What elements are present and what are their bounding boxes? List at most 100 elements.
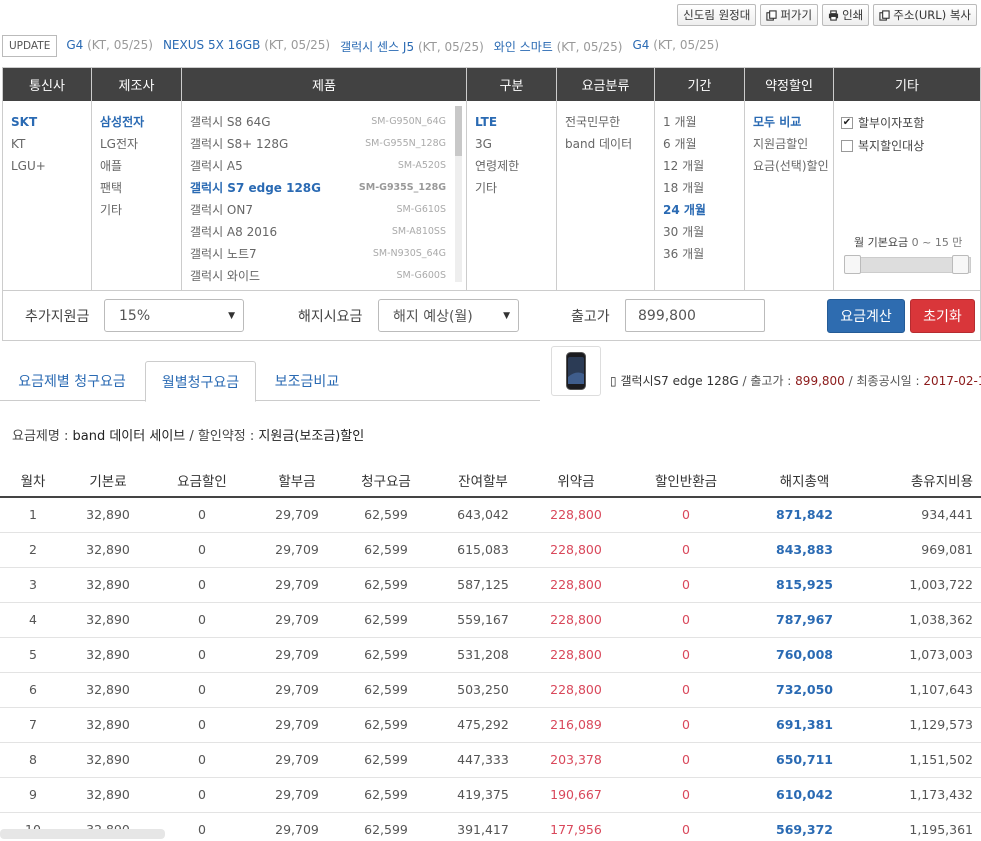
table-cell: 732,050 bbox=[754, 672, 855, 708]
tab-plan-billing[interactable]: 요금제별 청구요금 bbox=[0, 361, 144, 401]
slider-min-handle[interactable] bbox=[844, 255, 861, 274]
maker-option[interactable]: 삼성전자 bbox=[100, 111, 173, 133]
table-cell: 559,167 bbox=[432, 602, 534, 638]
period-option[interactable]: 1 개월 bbox=[663, 111, 736, 133]
table-cell: 228,800 bbox=[534, 497, 618, 533]
maker-option[interactable]: 기타 bbox=[100, 199, 173, 221]
table-cell: 0 bbox=[618, 812, 754, 841]
product-option[interactable]: 갤럭시 ON7 SM-G610S bbox=[190, 199, 458, 221]
product-option[interactable]: 갤럭시 와이드 SM-G600S bbox=[190, 265, 458, 287]
table-cell: 32,890 bbox=[66, 637, 150, 673]
tab-subsidy-compare[interactable]: 보조금비교 bbox=[257, 361, 357, 401]
carrier-option[interactable]: SKT bbox=[11, 111, 83, 133]
discount-option[interactable]: 지원금할인 bbox=[753, 133, 825, 155]
calculate-button[interactable]: 요금계산 bbox=[827, 298, 905, 333]
product-option[interactable]: 갤럭시 A5 SM-A520S bbox=[190, 155, 458, 177]
type-option[interactable]: 3G bbox=[475, 133, 548, 155]
product-column: 제품 갤럭시 S8 64G SM-G950N_64G 갤럭시 S8+ 128G SM-… bbox=[182, 68, 467, 290]
type-option[interactable]: LTE bbox=[475, 111, 548, 133]
monthly-billing-table: 월차 기본료 요금할인 할부금 청구요금 잔여할부 위약금 할인반환금 해지총액 총유지비용 13… bbox=[0, 463, 981, 841]
table-cell: 0 bbox=[150, 532, 254, 568]
table-cell: 0 bbox=[618, 777, 754, 813]
column-header: 해지총액 bbox=[754, 463, 855, 498]
horizontal-scrollbar[interactable] bbox=[0, 829, 165, 839]
etc-header: 기타 bbox=[834, 68, 980, 101]
copy-icon bbox=[879, 9, 890, 21]
plan-class-option[interactable]: 전국민무한 bbox=[565, 111, 646, 133]
update-item[interactable]: 갤럭시 센스 J5 (KT, 05/25) bbox=[340, 38, 484, 55]
cancel-fee-select[interactable]: 해지 예상(월) ▼ bbox=[378, 299, 519, 332]
extra-support-select[interactable]: 15% ▼ bbox=[104, 299, 244, 332]
discount-list: 모두 비교 지원금할인 요금(선택)할인 bbox=[745, 101, 833, 177]
table-cell: 62,599 bbox=[340, 777, 432, 813]
table-cell: 503,250 bbox=[432, 672, 534, 708]
toolbar-button-print[interactable]: 인쇄 bbox=[822, 4, 870, 26]
maker-option[interactable]: LG전자 bbox=[100, 133, 173, 155]
product-option[interactable]: 갤럭시 S8+ 128G SM-G955N_128G bbox=[190, 133, 458, 155]
product-code: SM-G935S_128G bbox=[358, 182, 446, 193]
carrier-option[interactable]: KT bbox=[11, 133, 83, 155]
discount-option[interactable]: 요금(선택)할인 bbox=[753, 155, 829, 177]
toolbar-button-share[interactable]: 퍼가기 bbox=[760, 4, 819, 26]
contract-name: 지원금(보조금)할인 bbox=[258, 429, 365, 444]
slider-max-handle[interactable] bbox=[952, 255, 969, 274]
product-code: SM-G610S bbox=[396, 204, 446, 215]
table-cell: 2 bbox=[0, 532, 66, 568]
table-cell: 3 bbox=[0, 567, 66, 603]
table-row: 4 32,890 0 29,709 62,599 559,167 228,800 0 787,9… bbox=[0, 602, 981, 638]
update-item[interactable]: 와인 스마트 (KT, 05/25) bbox=[494, 38, 623, 55]
period-option[interactable]: 12 개월 bbox=[663, 155, 736, 177]
table-cell: 969,081 bbox=[855, 532, 981, 568]
maker-option[interactable]: 애플 bbox=[100, 155, 173, 177]
period-option[interactable]: 18 개월 bbox=[663, 177, 736, 199]
options-row: 추가지원금 15% ▼ 해지시요금 해지 예상(월) ▼ 출고가 899,800… bbox=[2, 291, 981, 341]
toolbar-button-copy-url[interactable]: 주소(URL) 복사 bbox=[873, 4, 977, 26]
product-option[interactable]: 갤럭시 S8 64G SM-G950N_64G bbox=[190, 111, 458, 133]
table-cell: 475,292 bbox=[432, 707, 534, 743]
table-cell: 62,599 bbox=[340, 497, 432, 533]
carrier-option[interactable]: LGU+ bbox=[11, 155, 83, 177]
update-item[interactable]: NEXUS 5X 16GB (KT, 05/25) bbox=[163, 38, 330, 55]
welfare-discount-checkbox[interactable]: 복지할인대상 bbox=[841, 134, 972, 157]
reset-button[interactable]: 초기화 bbox=[910, 298, 975, 333]
type-option[interactable]: 기타 bbox=[475, 177, 548, 199]
product-scroll-thumb[interactable] bbox=[455, 106, 462, 156]
product-header: 제품 bbox=[182, 68, 466, 101]
etc-column: 기타 ✔ 할부이자포함 복지할인대상 월 기본요금 0 ~ 15 만 bbox=[834, 68, 980, 290]
discount-option[interactable]: 모두 비교 bbox=[753, 111, 825, 133]
plan-class-option[interactable]: band 데이터 bbox=[565, 133, 646, 155]
period-option[interactable]: 36 개월 bbox=[663, 243, 736, 265]
plan-name: band 데이터 세이브 bbox=[72, 429, 186, 444]
toolbar-button-label: 인쇄 bbox=[842, 8, 864, 22]
type-option[interactable]: 연령제한 bbox=[475, 155, 548, 177]
table-cell: 216,089 bbox=[534, 707, 618, 743]
chevron-down-icon: ▼ bbox=[503, 310, 510, 321]
table-cell: 32,890 bbox=[66, 742, 150, 778]
toolbar-button-store[interactable]: 신도림 원정대 bbox=[677, 4, 757, 26]
product-option[interactable]: 갤럭시 노트7 SM-N930S_64G bbox=[190, 243, 458, 265]
period-option[interactable]: 6 개월 bbox=[663, 133, 736, 155]
period-option[interactable]: 30 개월 bbox=[663, 221, 736, 243]
update-item[interactable]: G4 (KT, 05/25) bbox=[66, 38, 153, 55]
product-option[interactable]: 갤럭시 A8 2016 SM-A810SS bbox=[190, 221, 458, 243]
update-item[interactable]: G4 (KT, 05/25) bbox=[632, 38, 719, 55]
update-item-meta: (KT, 05/25) bbox=[417, 39, 484, 54]
period-option[interactable]: 24 개월 bbox=[663, 199, 736, 221]
table-cell: 0 bbox=[150, 707, 254, 743]
installment-interest-checkbox[interactable]: ✔ 할부이자포함 bbox=[841, 111, 972, 134]
column-header: 잔여할부 bbox=[432, 463, 534, 498]
maker-option[interactable]: 팬택 bbox=[100, 177, 173, 199]
update-item-meta: (KT, 05/25) bbox=[653, 37, 720, 52]
table-cell: 0 bbox=[618, 567, 754, 603]
update-item-meta: (KT, 05/25) bbox=[556, 39, 623, 54]
update-badge: UPDATE bbox=[2, 35, 58, 57]
tab-monthly-billing[interactable]: 월별청구요금 bbox=[145, 361, 256, 402]
table-cell: 203,378 bbox=[534, 742, 618, 778]
table-cell: 62,599 bbox=[340, 707, 432, 743]
table-cell: 1,151,502 bbox=[855, 742, 981, 778]
product-name: 갤럭시 노트7 bbox=[190, 247, 257, 261]
table-cell: 0 bbox=[618, 742, 754, 778]
product-option[interactable]: 갤럭시 S7 edge 128G SM-G935S_128G bbox=[190, 177, 458, 199]
product-code: SM-G955N_128G bbox=[365, 138, 446, 149]
release-price-input[interactable]: 899,800 bbox=[625, 299, 765, 332]
